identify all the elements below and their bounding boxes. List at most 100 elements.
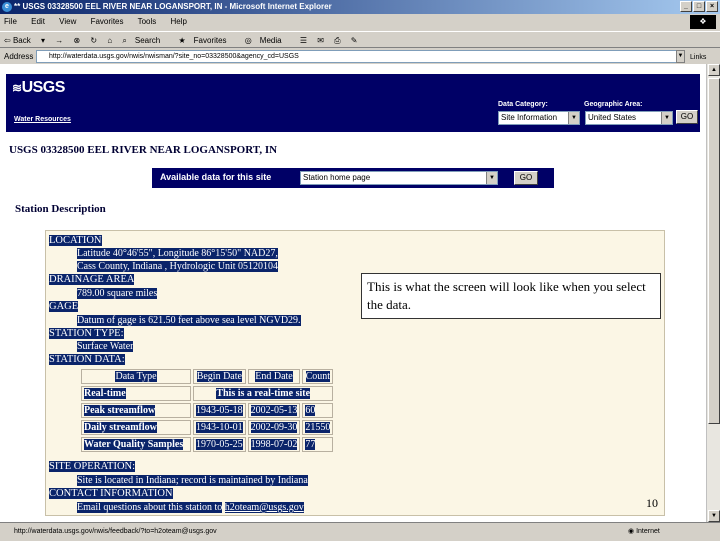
geographic-area-value: United States [588,113,637,122]
media-label: Media [259,36,282,45]
data-type-link[interactable]: Daily streamflow [84,422,157,433]
table-cell: Water Quality Samples [81,437,191,452]
media-icon: ◎ [244,36,252,45]
scroll-up-icon[interactable]: ▲ [708,64,720,76]
table-header-row: Data Type Begin Date End Date Count [81,369,334,384]
table-header: Data Type [81,369,191,384]
available-data-select[interactable]: Station home page ▼ [300,171,498,185]
site-operation-heading: SITE OPERATION: [49,461,136,472]
data-category-label: Data Category: [498,101,548,108]
realtime-label[interactable]: Real-time [84,388,126,399]
drainage-heading: DRAINAGE AREA [49,274,135,285]
drainage-value: 789.00 square miles [77,288,158,299]
header-count: Count [305,371,331,382]
ie-icon: e [2,2,12,12]
title-bar: e ** USGS 03328500 EEL RIVER NEAR LOGANS… [0,0,720,14]
station-type-heading: STATION TYPE: [49,328,124,339]
callout-box: This is what the screen will look like w… [361,273,661,319]
end-date: 1998-07-02 [250,439,298,450]
category-go-button[interactable]: GO [676,110,698,124]
edit-button[interactable]: ✎ [351,36,358,45]
minimize-button[interactable]: _ [680,1,692,12]
close-button[interactable]: × [706,1,718,12]
realtime-text[interactable]: This is a real-time site [216,388,311,399]
contact-text: Email questions about this station to [77,502,223,513]
forward-button[interactable]: → [55,36,63,45]
table-cell: 1998-07-02 [247,437,301,452]
refresh-button[interactable]: ↻ [90,36,97,45]
back-button[interactable]: ⇦ Back ▾ [4,36,45,45]
table-row: Peak streamflow 1943-05-18 2002-05-13 60 [81,403,334,418]
address-input[interactable]: http://waterdata.usgs.gov/nwis/nwisman/?… [36,50,684,63]
address-dropdown-icon[interactable]: ▼ [676,50,685,63]
begin-date: 1943-05-18 [196,405,243,416]
stop-button[interactable]: ⊗ [73,36,80,45]
table-cell: Daily streamflow [81,420,191,435]
menu-edit[interactable]: Edit [31,17,45,26]
begin-date: 1970-05-25 [196,439,243,450]
table-cell: 60 [302,403,334,418]
vertical-scrollbar[interactable]: ▲ ▼ [706,64,720,522]
slide-number: 10 [646,496,658,510]
table-cell: 77 [302,437,334,452]
count: 21550 [305,422,331,433]
table-cell: Real-time [81,386,191,401]
table-cell: 1943-10-01 [193,420,246,435]
scrollbar-thumb[interactable] [708,78,720,424]
browser-window: e ** USGS 03328500 EEL RIVER NEAR LOGANS… [0,0,720,540]
station-type-value: Surface Water [77,341,134,352]
end-date: 2002-05-13 [250,405,298,416]
water-resources-link[interactable]: Water Resources [14,116,71,123]
data-type-link[interactable]: Water Quality Samples [84,439,184,450]
menu-favorites[interactable]: Favorites [91,17,124,26]
available-data-label: Available data for this site [160,172,272,182]
globe-icon: ◉ [628,528,635,535]
table-cell: 21550 [302,420,334,435]
chevron-down-icon: ▼ [661,112,672,124]
station-description-heading: Station Description [15,203,106,215]
data-type-link[interactable]: Peak streamflow [84,405,156,416]
menu-file[interactable]: File [4,17,17,26]
usgs-logo-text: USGS [21,79,66,96]
menu-view[interactable]: View [59,17,76,26]
address-label: Address [4,52,34,61]
header-end-date: End Date [255,371,293,382]
links-button[interactable]: Links [690,50,706,65]
page-title: USGS 03328500 EEL RIVER NEAR LOGANSPORT,… [9,144,278,156]
scroll-down-icon[interactable]: ▼ [708,510,720,522]
search-button[interactable]: ⌕ Search [122,36,168,45]
gage-value: Datum of gage is 621.50 feet above sea l… [77,315,301,326]
begin-date: 1943-10-01 [196,422,243,433]
table-header: End Date [247,369,301,384]
end-date: 2002-09-30 [250,422,298,433]
mail-button[interactable]: ✉ [317,36,324,45]
chevron-down-icon: ▼ [568,112,579,124]
data-category-select[interactable]: Site Information ▼ [498,111,580,125]
contact-email-link[interactable]: h2oteam@usgs.gov [224,502,304,513]
count: 60 [305,405,316,416]
station-data-heading: STATION DATA: [49,354,125,365]
address-bar: Address http://waterdata.usgs.gov/nwis/n… [0,49,720,64]
toolbar: ⇦ Back ▾ → ⊗ ↻ ⌂ ⌕ Search ★ Favorites ◎ Med… [0,31,720,48]
table-cell: This is a real-time site [193,386,334,401]
search-icon: ⌕ [122,36,127,45]
favorites-button[interactable]: ★ Favorites [178,36,234,45]
site-operation-value: Site is located in Indiana; record is ma… [77,475,308,486]
menu-tools[interactable]: Tools [138,17,157,26]
table-header: Count [302,369,334,384]
home-button[interactable]: ⌂ [107,36,112,45]
header-data-type: Data Type [115,371,157,382]
location-line-2: Cass County, Indiana , Hydrologic Unit 0… [77,261,279,272]
table-row: Real-time This is a real-time site [81,386,334,401]
history-button[interactable]: ☰ [300,36,307,45]
security-zone: ◉ Internet [616,523,720,541]
available-data-value: Station home page [303,173,371,182]
menu-help[interactable]: Help [171,17,187,26]
media-button[interactable]: ◎ Media [245,36,290,45]
maximize-button[interactable]: □ [693,1,705,12]
usgs-logo[interactable]: ≋USGS [12,79,65,97]
geographic-area-select[interactable]: United States ▼ [585,111,673,125]
favorites-icon: ★ [178,36,186,45]
print-button[interactable]: ⎙ [334,36,340,45]
available-data-go-button[interactable]: GO [514,171,538,185]
